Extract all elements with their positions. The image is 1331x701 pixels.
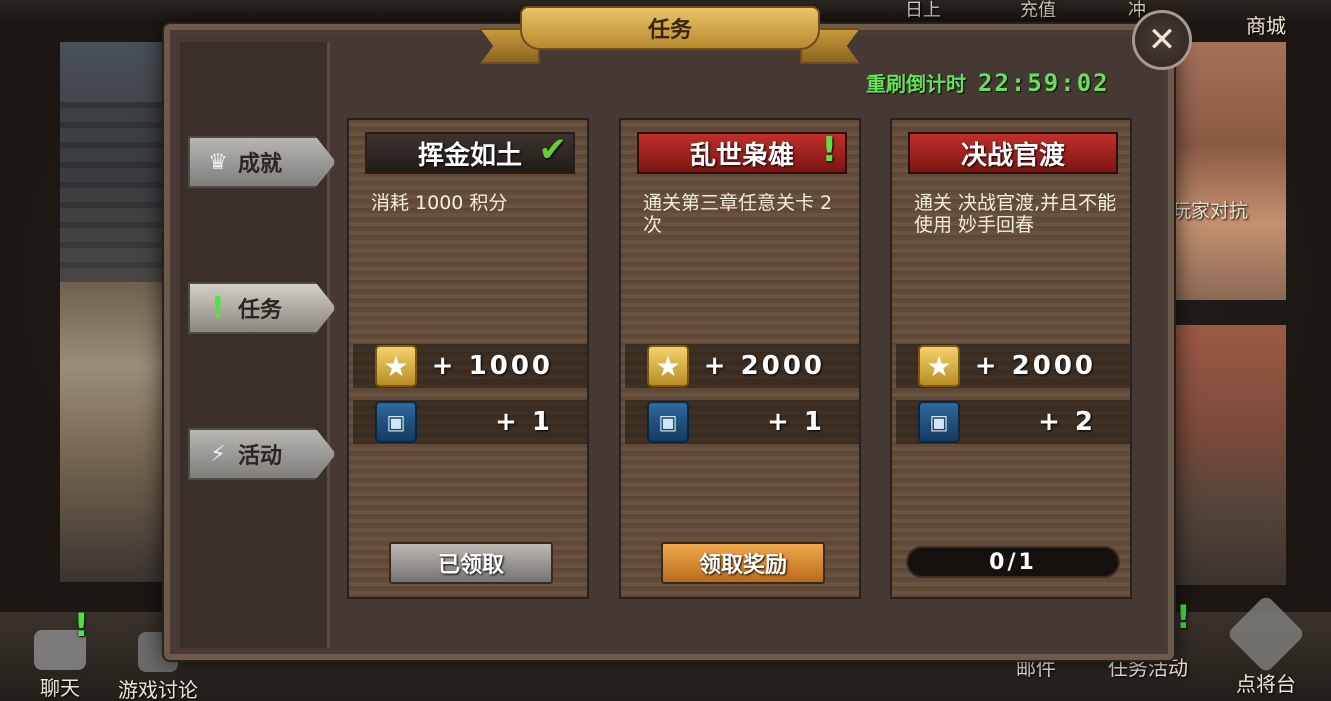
game-screen: 日上 充值 冲 商城 玩家对抗 聊天 ! 游戏讨论 邮件 任务活动 ! 点将台 … <box>0 0 1331 701</box>
refresh-timer: 重刷倒计时 22:59:02 <box>866 68 1110 97</box>
tab-achievement-label: 成就 <box>238 152 283 177</box>
reward-value: + 1 <box>495 407 553 437</box>
checkmark-icon: ✔ <box>538 130 568 170</box>
task-card-1-header: 挥金如土 ✔ <box>365 130 575 174</box>
background-mode-label: 玩家对抗 <box>1172 200 1249 222</box>
top-nav-item-recharge[interactable]: 充值 <box>1020 0 1056 22</box>
reward-row: ★ + 1000 <box>353 344 587 388</box>
task-activity-alert-icon: ! <box>1176 598 1191 636</box>
task-card-3-description: 通关 决战官渡,并且不能使用 妙手回春 <box>914 192 1117 236</box>
lightning-icon: ⚡ <box>210 441 226 467</box>
tab-activities-label: 活动 <box>238 444 283 469</box>
reward-value: + 2000 <box>703 351 825 381</box>
card-icon: ▣ <box>647 401 689 443</box>
star-icon: ★ <box>918 345 960 387</box>
progress-text: 0/1 <box>989 549 1037 575</box>
reward-row: ★ + 2000 <box>896 344 1130 388</box>
tab-tasks[interactable]: ! 任务 <box>188 282 336 334</box>
ribbon-banner: 任务 <box>520 6 820 50</box>
dialog-title: 任务 <box>647 18 692 43</box>
quest-icon: ! <box>198 291 238 326</box>
sword-icon <box>1226 594 1306 674</box>
tab-activities[interactable]: ⚡ 活动 <box>188 428 336 480</box>
alert-icon: ! <box>821 130 837 170</box>
star-icon: ★ <box>647 345 689 387</box>
mall-button[interactable]: 商城 <box>1246 10 1286 39</box>
star-icon: ★ <box>375 345 417 387</box>
tab-tasks-label: 任务 <box>238 298 283 323</box>
claim-reward-button[interactable]: 领取奖励 <box>661 542 825 584</box>
timer-value: 22:59:02 <box>978 68 1110 97</box>
task-card-2-description: 通关第三章任意关卡 2 次 <box>643 192 833 236</box>
task-card-3: 决战官渡 通关 决战官渡,并且不能使用 妙手回春 ★ + 2000 ▣ + 2 … <box>890 118 1132 599</box>
task-progress-bar: 0/1 <box>906 546 1120 578</box>
claimed-button[interactable]: 已领取 <box>389 542 553 584</box>
crown-icon: ♛ <box>208 149 228 175</box>
reward-row: ▣ + 2 <box>896 400 1130 444</box>
discuss-label: 游戏讨论 <box>118 678 198 701</box>
general-button[interactable]: 点将台 <box>1226 594 1306 697</box>
task-card-3-title: 决战官渡 <box>960 140 1065 171</box>
task-card-2-header: 乱世枭雄 ! <box>637 130 847 174</box>
task-sidebar: ♛ 成就 ! 任务 ⚡ 活动 <box>180 42 336 648</box>
reward-row: ★ + 2000 <box>625 344 859 388</box>
task-card-3-header: 决战官渡 <box>908 132 1118 174</box>
reward-value: + 2000 <box>974 351 1096 381</box>
chat-label: 聊天 <box>40 676 80 700</box>
timer-label: 重刷倒计时 <box>866 72 966 96</box>
background-mode-art-2[interactable] <box>1170 325 1286 585</box>
close-icon: ✕ <box>1147 20 1177 60</box>
card-icon: ▣ <box>918 401 960 443</box>
reward-value: + 1 <box>767 407 825 437</box>
general-label: 点将台 <box>1236 672 1296 696</box>
tab-tasks-alert: ! <box>211 290 225 326</box>
card-icon: ▣ <box>375 401 417 443</box>
close-button[interactable]: ✕ <box>1132 10 1192 70</box>
task-card-1-description: 消耗 1000 积分 <box>371 192 508 214</box>
task-card-2-title: 乱世枭雄 <box>689 140 794 171</box>
task-card-1-title: 挥金如土 <box>417 140 522 171</box>
reward-value: + 1000 <box>431 351 553 381</box>
background-mode-art-1[interactable] <box>1170 42 1286 300</box>
reward-row: ▣ + 1 <box>353 400 587 444</box>
dialog-title-ribbon: 任务 <box>480 6 860 64</box>
top-nav-item-daily[interactable]: 日上 <box>905 0 941 22</box>
task-card-1: 挥金如土 ✔ 消耗 1000 积分 ★ + 1000 ▣ + 1 已领取 <box>347 118 589 599</box>
task-card-2: 乱世枭雄 ! 通关第三章任意关卡 2 次 ★ + 2000 ▣ + 1 领取奖励 <box>619 118 861 599</box>
reward-value: + 2 <box>1038 407 1096 437</box>
background-hero-art <box>60 42 170 582</box>
chat-alert-icon: ! <box>74 606 89 644</box>
tab-achievement[interactable]: ♛ 成就 <box>188 136 336 188</box>
reward-row: ▣ + 1 <box>625 400 859 444</box>
